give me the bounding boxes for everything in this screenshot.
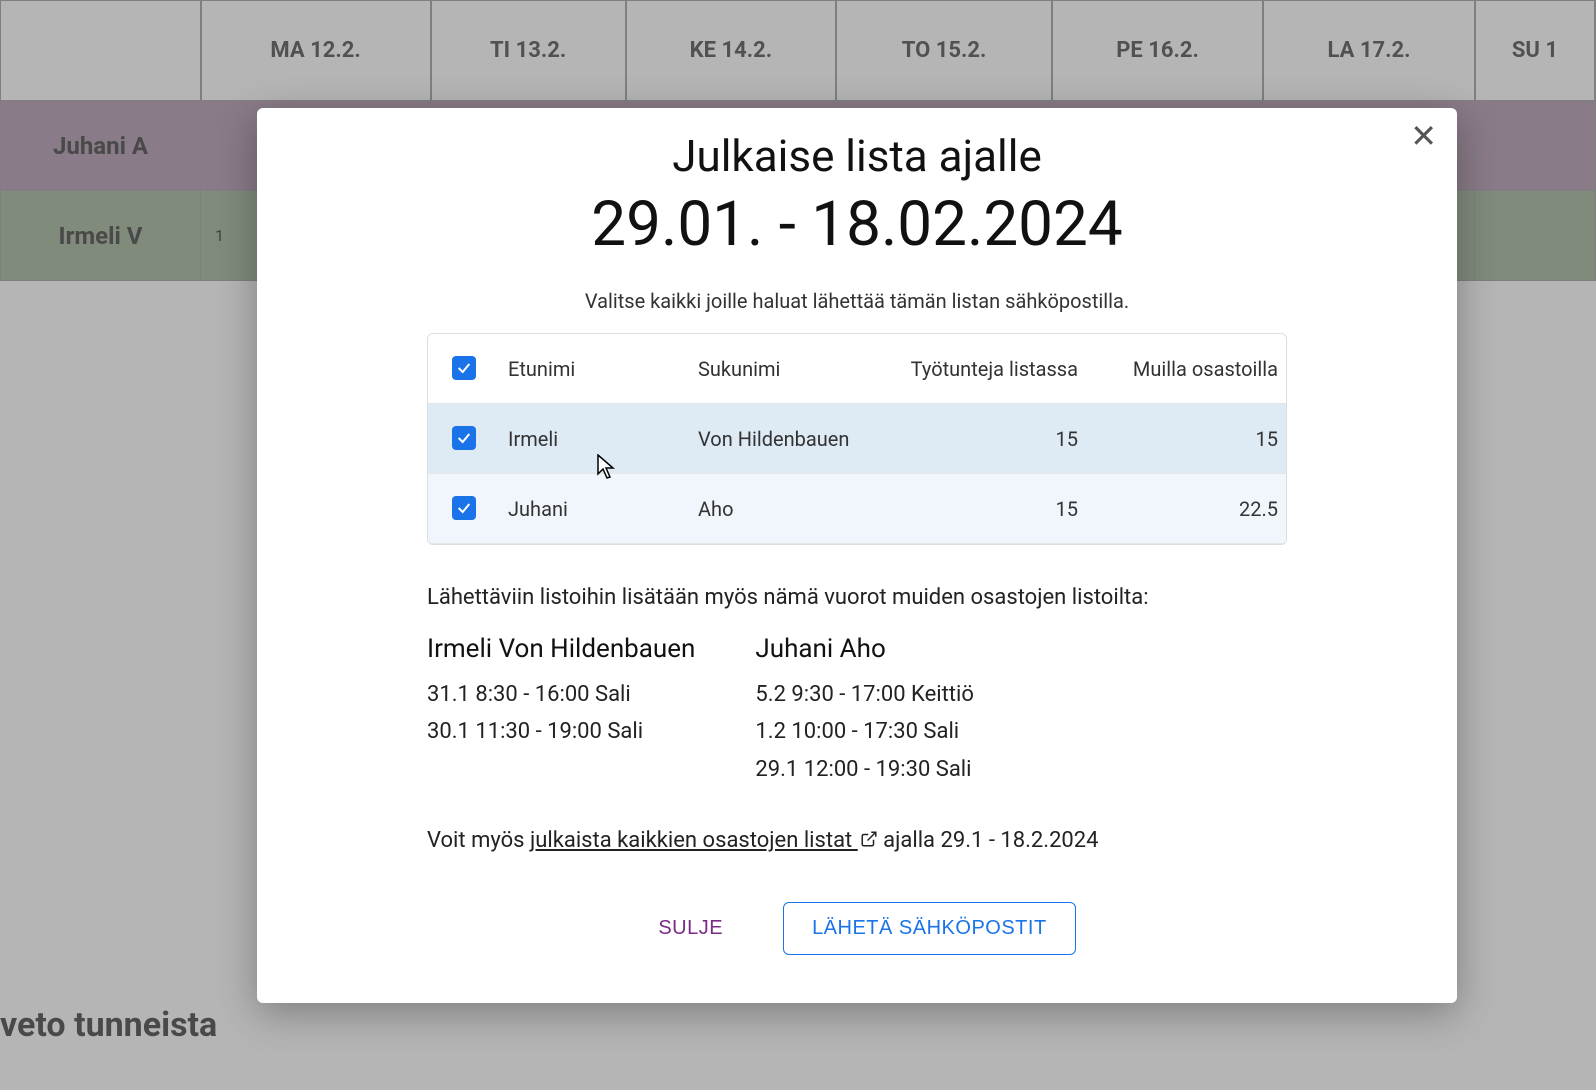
- col-header-other: Muilla osastoilla: [1098, 357, 1287, 381]
- cell-firstname: Irmeli: [508, 427, 698, 451]
- cell-lastname: Von Hildenbauen: [698, 427, 898, 451]
- send-emails-button[interactable]: LÄHETÄ SÄHKÖPOSTIT: [783, 902, 1076, 955]
- cell-firstname: Juhani: [508, 497, 698, 521]
- footer-note: Voit myös julkaista kaikkien osastojen l…: [427, 828, 1287, 854]
- modal-actions: SULJE LÄHETÄ SÄHKÖPOSTIT: [257, 902, 1457, 955]
- col-header-lastname: Sukunimi: [698, 357, 898, 381]
- row-checkbox[interactable]: [452, 426, 476, 450]
- recipients-table: Etunimi Sukunimi Työtunteja listassa Mui…: [427, 333, 1287, 545]
- modal-date-range: 29.01. - 18.02.2024: [257, 188, 1457, 261]
- person-name: Irmeli Von Hildenbauen: [427, 634, 695, 664]
- select-all-checkbox[interactable]: [452, 356, 476, 380]
- cell-lastname: Aho: [698, 497, 898, 521]
- cell-hours: 15: [898, 497, 1098, 521]
- table-row[interactable]: Irmeli Von Hildenbauen 15 15: [428, 404, 1286, 474]
- person-name: Juhani Aho: [755, 634, 973, 664]
- shift-line: 31.1 8:30 - 16:00 Sali: [427, 676, 695, 713]
- table-header-row: Etunimi Sukunimi Työtunteja listassa Mui…: [428, 334, 1286, 404]
- extra-shifts-columns: Irmeli Von Hildenbauen 31.1 8:30 - 16:00…: [427, 634, 1287, 788]
- publish-list-modal: ✕ Julkaise lista ajalle 29.01. - 18.02.2…: [257, 108, 1457, 1003]
- shift-line: 5.2 9:30 - 17:00 Keittiö: [755, 676, 973, 713]
- modal-instruction: Valitse kaikki joille haluat lähettää tä…: [257, 289, 1457, 313]
- cell-other: 22.5: [1098, 497, 1287, 521]
- modal-title: Julkaise lista ajalle: [257, 130, 1457, 182]
- publish-all-link[interactable]: julkaista kaikkien osastojen listat: [530, 828, 878, 853]
- row-checkbox[interactable]: [452, 496, 476, 520]
- shift-line: 1.2 10:00 - 17:30 Sali: [755, 713, 973, 750]
- close-button[interactable]: SULJE: [638, 903, 743, 954]
- shift-line: 30.1 11:30 - 19:00 Sali: [427, 713, 695, 750]
- external-link-icon: [860, 829, 878, 854]
- cell-other: 15: [1098, 427, 1287, 451]
- close-icon[interactable]: ✕: [1410, 120, 1437, 152]
- extra-shifts-person: Juhani Aho 5.2 9:30 - 17:00 Keittiö 1.2 …: [755, 634, 973, 788]
- col-header-firstname: Etunimi: [508, 357, 698, 381]
- extra-shifts-intro: Lähettäviin listoihin lisätään myös nämä…: [427, 585, 1287, 610]
- shift-line: 29.1 12:00 - 19:30 Sali: [755, 751, 973, 788]
- col-header-hours: Työtunteja listassa: [898, 357, 1098, 381]
- cell-hours: 15: [898, 427, 1098, 451]
- table-row[interactable]: Juhani Aho 15 22.5: [428, 474, 1286, 544]
- extra-shifts-person: Irmeli Von Hildenbauen 31.1 8:30 - 16:00…: [427, 634, 695, 788]
